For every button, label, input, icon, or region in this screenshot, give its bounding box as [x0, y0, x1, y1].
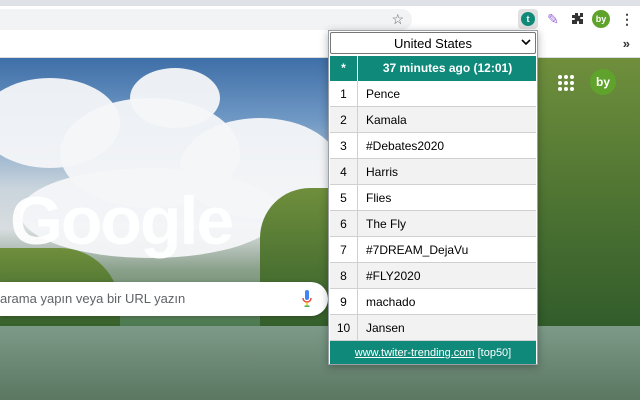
trend-term[interactable]: The Fly [366, 211, 406, 237]
trend-rank: 2 [330, 107, 358, 133]
trend-term[interactable]: machado [366, 289, 415, 315]
header-updated-time: 37 minutes ago (12:01) [382, 61, 513, 75]
header-rank: * [330, 56, 358, 81]
water-reflection [0, 326, 640, 400]
trend-row[interactable]: 8 #FLY2020 [330, 263, 536, 289]
trend-rank: 7 [330, 237, 358, 263]
trend-term[interactable]: #7DREAM_DejaVu [366, 237, 468, 263]
trend-row[interactable]: 5 Flies [330, 185, 536, 211]
search-placeholder: arama yapın veya bir URL yazın [0, 291, 186, 306]
trend-rank: 6 [330, 211, 358, 237]
trend-row[interactable]: 7 #7DREAM_DejaVu [330, 237, 536, 263]
address-bar[interactable]: ☆ [0, 9, 412, 30]
trends-table-header: * 37 minutes ago (12:01) [330, 56, 536, 81]
trending-popup: United States * 37 minutes ago (12:01) 1… [328, 30, 538, 365]
trend-row[interactable]: 6 The Fly [330, 211, 536, 237]
twitter-trending-extension-button[interactable]: t [518, 9, 538, 29]
pen-extension-icon[interactable]: ✎ [543, 9, 563, 29]
google-logo: Google [10, 183, 234, 259]
trend-row[interactable]: 10 Jansen [330, 315, 536, 341]
trend-term[interactable]: Jansen [366, 315, 405, 341]
google-account-avatar[interactable]: by [590, 69, 616, 95]
browser-menu-icon[interactable]: ⋮ [617, 9, 637, 29]
newtab-background: Google arama yapın veya bir URL yazın by [0, 58, 640, 400]
star-icon[interactable]: ☆ [391, 9, 404, 30]
trend-rank: 5 [330, 185, 358, 211]
trend-row[interactable]: 4 Harris [330, 159, 536, 185]
trend-row[interactable]: 3 #Debates2020 [330, 133, 536, 159]
trend-term[interactable]: Flies [366, 185, 391, 211]
trend-rank: 3 [330, 133, 358, 159]
trend-term[interactable]: Pence [366, 81, 400, 107]
country-select[interactable]: United States [330, 32, 536, 54]
popup-footer: www.twiter-trending.com [top50] [330, 341, 536, 364]
trend-row[interactable]: 9 machado [330, 289, 536, 315]
trend-rank: 9 [330, 289, 358, 315]
bookmarks-bar: » [0, 32, 640, 58]
trend-term[interactable]: #FLY2020 [366, 263, 421, 289]
trend-rank: 10 [330, 315, 358, 341]
twiter-trending-link[interactable]: www.twiter-trending.com [355, 347, 475, 359]
trend-row[interactable]: 2 Kamala [330, 107, 536, 133]
profile-avatar[interactable]: by [592, 10, 610, 28]
search-box[interactable]: arama yapın veya bir URL yazın [0, 282, 328, 316]
bookmarks-overflow-icon[interactable]: » [623, 36, 630, 51]
footer-top50-label: [top50] [477, 346, 512, 359]
extensions-puzzle-icon[interactable] [567, 9, 587, 29]
trend-rank: 1 [330, 81, 358, 107]
trend-term[interactable]: #Debates2020 [366, 133, 444, 159]
google-apps-icon[interactable] [558, 75, 574, 91]
trend-rank: 8 [330, 263, 358, 289]
country-select-value: United States [393, 35, 473, 51]
trend-term[interactable]: Kamala [366, 107, 407, 133]
trends-list: 1 Pence 2 Kamala 3 #Debates2020 4 Harris 5 Fl… [330, 81, 536, 341]
chevron-down-icon [521, 37, 531, 50]
trend-row[interactable]: 1 Pence [330, 81, 536, 107]
browser-toolbar: ☆ t ✎ by ⋮ [0, 6, 640, 32]
microphone-icon[interactable] [302, 290, 312, 308]
trend-term[interactable]: Harris [366, 159, 398, 185]
trend-rank: 4 [330, 159, 358, 185]
twitter-trending-icon: t [521, 12, 535, 26]
